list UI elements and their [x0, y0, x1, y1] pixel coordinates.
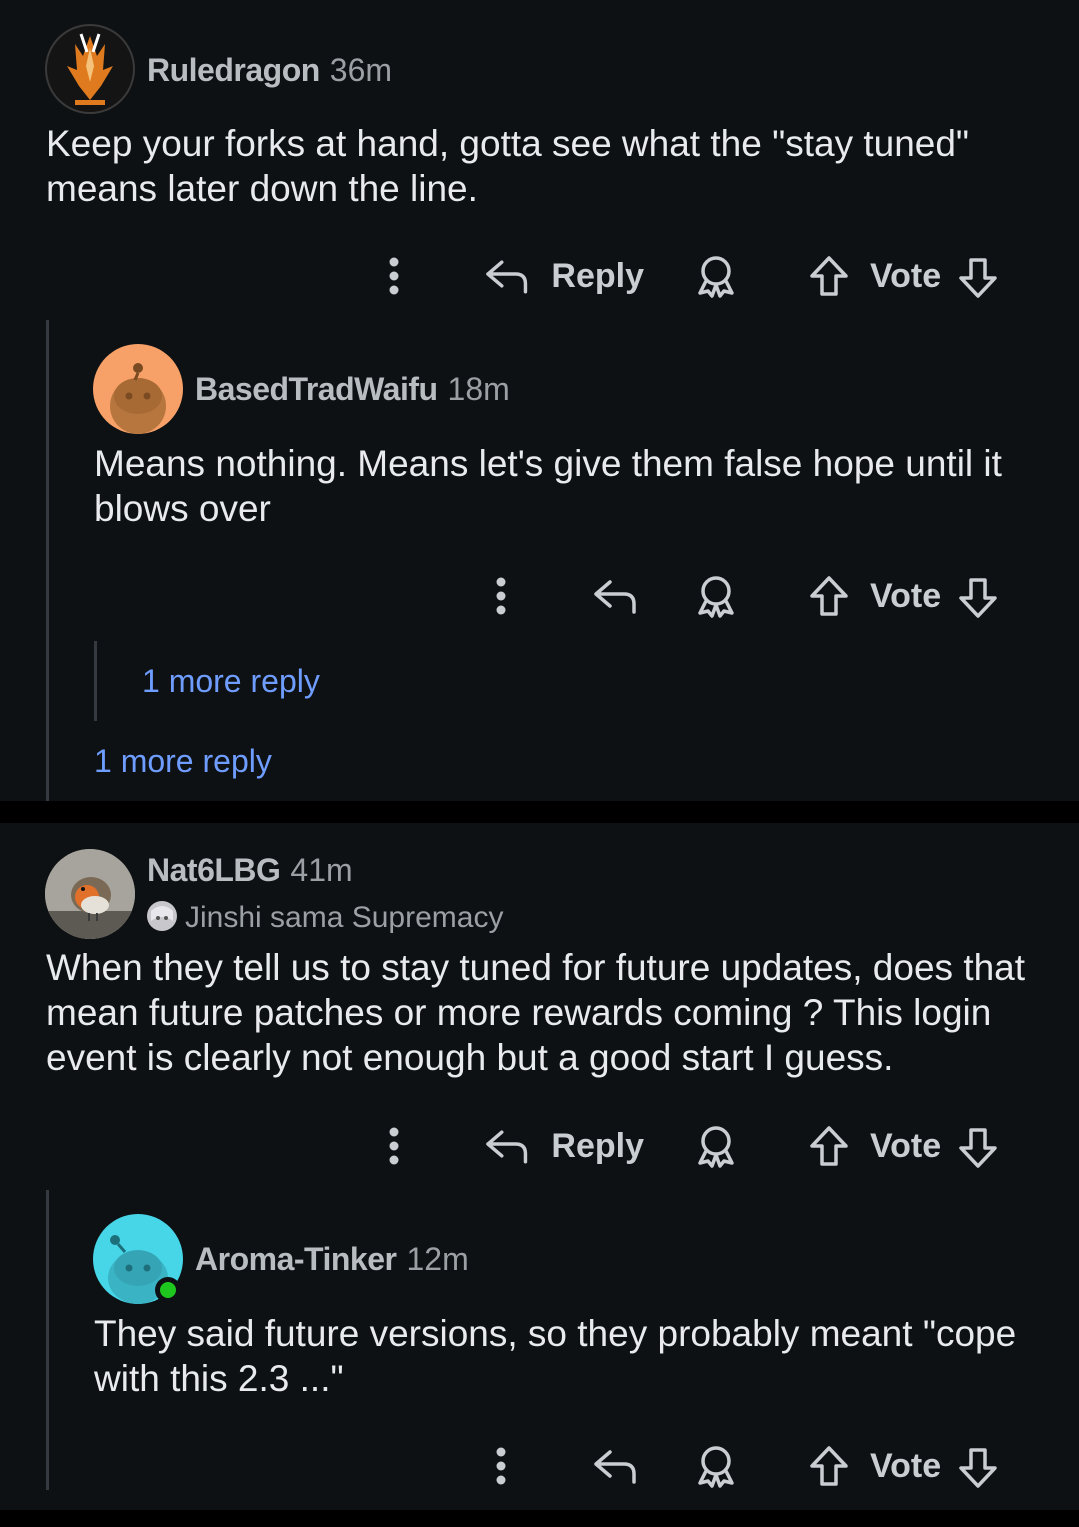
- flair-emoji-icon: [145, 899, 179, 933]
- downvote-button[interactable]: [955, 254, 1001, 302]
- user-avatar[interactable]: [45, 849, 135, 939]
- more-vertical-icon: [496, 577, 506, 615]
- award-icon: [698, 576, 734, 618]
- comment-body: Keep your forks at hand, gotta see what …: [46, 123, 970, 209]
- comment-thread: Ruledragon 36m Keep your forks at hand, g…: [0, 0, 1079, 801]
- upvote-arrow-icon: [810, 1446, 848, 1486]
- award-icon: [698, 1446, 734, 1488]
- more-replies-link[interactable]: 1 more reply: [142, 663, 320, 700]
- vote-label: Vote: [870, 1447, 942, 1485]
- upvote-arrow-icon: [810, 1126, 848, 1166]
- upvote-arrow-icon: [810, 256, 848, 296]
- author-name[interactable]: Aroma-Tinker: [195, 1241, 397, 1277]
- comment-time: 36m: [329, 52, 393, 88]
- vote-label: Vote: [870, 577, 942, 615]
- thread-line[interactable]: [46, 1190, 49, 1490]
- vote-label: Vote: [870, 257, 942, 295]
- comment-body: When they tell us to stay tuned for futu…: [46, 947, 1026, 1078]
- downvote-arrow-icon: [959, 258, 997, 298]
- user-avatar[interactable]: [45, 24, 135, 114]
- upvote-arrow-icon: [810, 576, 848, 616]
- reply-arrow-icon: [486, 260, 528, 294]
- award-button[interactable]: [692, 1442, 740, 1490]
- award-icon: [698, 256, 734, 298]
- award-button[interactable]: [692, 252, 740, 300]
- downvote-arrow-icon: [959, 1448, 997, 1488]
- thread-line[interactable]: [46, 320, 49, 801]
- reply-arrow-icon: [486, 1130, 528, 1164]
- downvote-arrow-icon: [959, 578, 997, 618]
- comment-meta: BasedTradWaifu 18m: [195, 371, 510, 408]
- reply-label: Reply: [551, 256, 644, 295]
- more-vertical-icon: [389, 257, 399, 295]
- flair-text: Jinshi sama Supremacy: [185, 901, 504, 934]
- user-flair: Jinshi sama Supremacy: [145, 899, 503, 935]
- downvote-button[interactable]: [955, 1124, 1001, 1172]
- comment-meta: Aroma-Tinker 12m: [195, 1241, 469, 1278]
- reply-arrow-icon: [594, 580, 636, 614]
- upvote-button[interactable]: [806, 1442, 852, 1490]
- reply-button[interactable]: Reply: [484, 252, 644, 300]
- author-name[interactable]: Nat6LBG: [147, 852, 281, 888]
- more-options-button[interactable]: [372, 252, 416, 300]
- reply-button[interactable]: [590, 1442, 640, 1490]
- online-status-indicator: [155, 1277, 181, 1303]
- comment-meta: Nat6LBG 41m: [147, 852, 353, 889]
- comment-time: 41m: [290, 852, 353, 888]
- comment-body: They said future versions, so they proba…: [94, 1313, 1017, 1399]
- author-name[interactable]: BasedTradWaifu: [195, 371, 438, 407]
- thread-line[interactable]: [94, 641, 97, 721]
- more-vertical-icon: [496, 1447, 506, 1485]
- award-button[interactable]: [692, 572, 740, 620]
- upvote-button[interactable]: [806, 572, 852, 620]
- reply-label: Reply: [551, 1126, 644, 1165]
- vote-label: Vote: [870, 1127, 942, 1165]
- comment-meta: Ruledragon 36m: [147, 52, 392, 89]
- more-vertical-icon: [389, 1127, 399, 1165]
- award-icon: [698, 1126, 734, 1168]
- reply-button[interactable]: Reply: [484, 1122, 644, 1170]
- reply-arrow-icon: [594, 1450, 636, 1484]
- downvote-button[interactable]: [955, 1444, 1001, 1492]
- author-name[interactable]: Ruledragon: [147, 52, 320, 88]
- comment-thread: Nat6LBG 41m Jinshi sama Supremacy When th…: [0, 823, 1079, 1510]
- comment-time: 12m: [406, 1241, 469, 1277]
- downvote-button[interactable]: [955, 574, 1001, 622]
- award-button[interactable]: [692, 1122, 740, 1170]
- reply-button[interactable]: [590, 572, 640, 620]
- more-replies-link[interactable]: 1 more reply: [94, 743, 272, 780]
- user-avatar[interactable]: [93, 344, 183, 434]
- comment-time: 18m: [447, 371, 510, 407]
- more-options-button[interactable]: [479, 572, 523, 620]
- downvote-arrow-icon: [959, 1128, 997, 1168]
- more-options-button[interactable]: [479, 1442, 523, 1490]
- upvote-button[interactable]: [806, 1122, 852, 1170]
- comment-body: Means nothing. Means let's give them fal…: [94, 443, 1002, 529]
- more-options-button[interactable]: [372, 1122, 416, 1170]
- upvote-button[interactable]: [806, 252, 852, 300]
